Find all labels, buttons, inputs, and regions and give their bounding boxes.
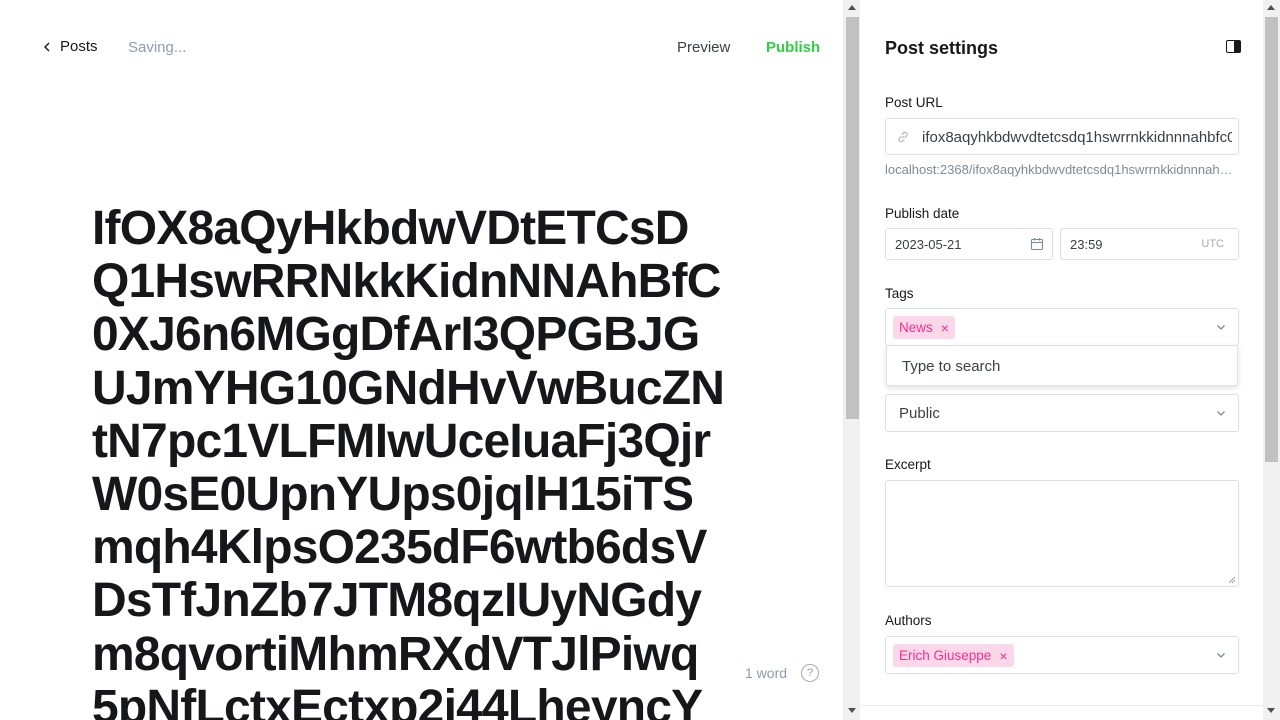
post-url-field[interactable]: ifox8aqyhkbdwvdtetcsdq1hswrrnkkidnnnahbf…	[885, 118, 1239, 155]
scroll-up-arrow-icon[interactable]	[1267, 5, 1275, 10]
post-title[interactable]: IfOX8aQyHkbdwVDtETCsD Q1HswRRNkkKidnNNAh…	[92, 202, 772, 720]
editor-pane: Posts Saving... Preview Publish IfOX8aQy…	[0, 0, 843, 720]
publish-time-input[interactable]: 23:59 UTC	[1060, 228, 1239, 260]
publish-button[interactable]: Publish	[766, 39, 820, 56]
publish-date-label: Publish date	[885, 206, 960, 221]
author-chip-label: Erich Giuseppe	[899, 648, 992, 663]
post-title-line: DsTfJnZb7JTM8qzIUyNGdy	[92, 574, 702, 628]
remove-author-icon[interactable]: ×	[999, 648, 1007, 664]
chevron-down-icon[interactable]	[1216, 408, 1226, 418]
word-count: 1 word	[745, 665, 788, 681]
publish-date-input[interactable]: 2023-05-21	[885, 228, 1053, 260]
post-url-preview: localhost:2368/ifox8aqyhkbdwvdtetcsdq1hs…	[885, 162, 1235, 177]
editor-scrollbar[interactable]	[843, 0, 860, 720]
post-title-line: mqh4KlpsO235dF6wtb6dsV	[92, 521, 707, 575]
back-to-posts-label: Posts	[60, 38, 98, 55]
resize-grip-icon[interactable]	[1228, 576, 1236, 584]
chevron-down-icon[interactable]	[1216, 650, 1226, 660]
scroll-down-arrow-icon[interactable]	[848, 708, 856, 713]
post-title-line: IfOX8aQyHkbdwVDtETCsD	[92, 202, 689, 255]
scrollbar-thumb[interactable]	[1265, 17, 1278, 462]
post-url-label: Post URL	[885, 95, 943, 110]
settings-scrollbar[interactable]	[1263, 0, 1280, 720]
chevron-down-icon[interactable]	[1216, 322, 1226, 332]
tags-label: Tags	[885, 286, 914, 301]
post-title-line: Q1HswRRNkkKidnNNAhBfC	[92, 255, 721, 309]
help-icon[interactable]: ?	[801, 664, 819, 682]
editor-topbar: Posts Saving... Preview Publish	[0, 0, 843, 94]
preview-button[interactable]: Preview	[677, 39, 730, 56]
publish-time-value: 23:59	[1070, 237, 1103, 252]
post-title-line: 5pNfLctxEctxp2j44LheyncY	[92, 680, 703, 720]
calendar-icon[interactable]	[1030, 237, 1044, 251]
tag-chip: News ×	[893, 316, 955, 339]
remove-tag-icon[interactable]: ×	[941, 320, 949, 336]
sidebar-toggle-icon[interactable]	[1226, 40, 1241, 53]
timezone-label: UTC	[1201, 238, 1224, 250]
save-status: Saving...	[128, 39, 187, 56]
post-settings-panel: Post settings Post URL ifox8aqyhkbdwvdte…	[861, 0, 1263, 720]
visibility-value: Public	[899, 405, 940, 422]
post-title-line: W0sE0UpnYUps0jqlH15iTS	[92, 468, 694, 522]
tags-dropdown: Type to search	[886, 345, 1238, 386]
post-title-line: UJmYHG10GNdHvVwBucZN	[92, 361, 725, 415]
visibility-select[interactable]: Public	[885, 394, 1239, 432]
tag-chip-label: News	[899, 320, 933, 335]
author-chip: Erich Giuseppe ×	[893, 644, 1014, 667]
publish-date-value: 2023-05-21	[895, 237, 962, 252]
post-title-line: 0XJ6n6MGgDfArI3QPGBJG	[92, 308, 700, 362]
link-icon	[898, 131, 908, 143]
excerpt-field[interactable]	[885, 480, 1239, 587]
scrollbar-thumb[interactable]	[846, 17, 859, 419]
settings-divider	[861, 705, 1263, 720]
tags-search-placeholder[interactable]: Type to search	[902, 358, 1000, 375]
chevron-left-icon	[44, 42, 50, 51]
post-title-line: m8qvortiMhmRXdVTJlPiwq	[92, 627, 699, 681]
post-title-line: tN7pc1VLFMIwUceIuaFj3Qjr	[92, 414, 711, 468]
excerpt-label: Excerpt	[885, 457, 931, 472]
tags-input[interactable]: News ×	[885, 308, 1239, 346]
authors-input[interactable]: Erich Giuseppe ×	[885, 636, 1239, 674]
post-url-value: ifox8aqyhkbdwvdtetcsdq1hswrrnkkidnnnahbf…	[922, 129, 1232, 146]
scroll-down-arrow-icon[interactable]	[1267, 708, 1275, 713]
settings-title: Post settings	[885, 38, 999, 58]
authors-label: Authors	[885, 613, 932, 628]
scroll-up-arrow-icon[interactable]	[848, 5, 856, 10]
back-to-posts-link[interactable]: Posts	[42, 38, 98, 55]
